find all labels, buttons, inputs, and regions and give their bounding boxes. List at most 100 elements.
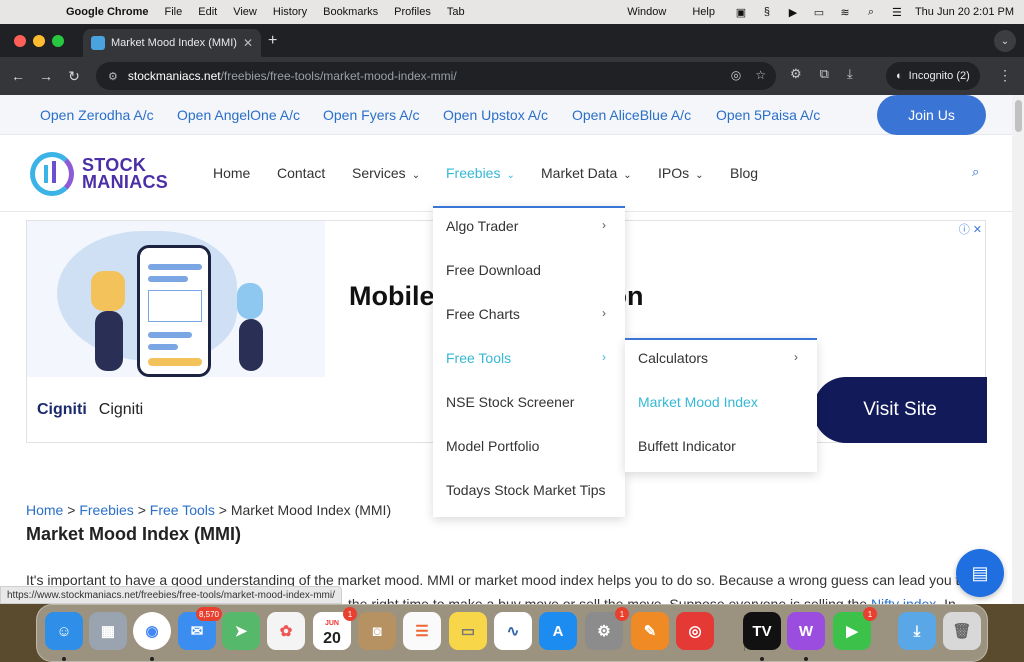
tab-search-button[interactable]: ⌄: [994, 30, 1016, 52]
broker-link-aliceblue[interactable]: Open AliceBlue A/c: [572, 107, 691, 123]
address-bar[interactable]: ⚙ stockmaniacs.net/freebies/free-tools/m…: [96, 62, 776, 90]
nav-blog[interactable]: Blog: [730, 165, 758, 181]
nav-home[interactable]: Home: [213, 165, 250, 181]
menu-item-algo-trader[interactable]: Algo Trader ›: [446, 218, 616, 234]
music-tuner-icon[interactable]: ◎: [676, 612, 714, 650]
broker-link-5paisa[interactable]: Open 5Paisa A/c: [716, 107, 820, 123]
tradingview-icon[interactable]: TV: [743, 612, 781, 650]
site-logo[interactable]: STOCK MANIACS: [30, 152, 168, 196]
menu-profiles[interactable]: Profiles: [394, 6, 431, 18]
site-info-icon[interactable]: ⚙: [108, 70, 118, 83]
system-settings-icon[interactable]: ⚙ 1: [585, 607, 629, 650]
nifty-index-link[interactable]: Nifty index: [871, 596, 936, 604]
chrome-icon[interactable]: ◉: [133, 612, 171, 650]
photos-icon[interactable]: ✿: [267, 612, 305, 650]
active-tab[interactable]: Market Mood Index (MMI) - S ✕: [83, 29, 261, 57]
menu-clock[interactable]: Thu Jun 20 2:01 PM: [915, 6, 1014, 18]
back-button[interactable]: ←: [4, 68, 32, 84]
visit-site-button[interactable]: Visit Site: [813, 377, 987, 443]
extensions-puzzle-icon[interactable]: ⧉: [820, 66, 829, 82]
nav-freebies[interactable]: Freebies ⌄: [446, 165, 515, 181]
reload-button[interactable]: ↻: [60, 68, 88, 85]
minimize-window-button[interactable]: [33, 35, 45, 47]
control-center-icon[interactable]: ☰: [889, 5, 905, 19]
breadcrumb-home[interactable]: Home: [26, 502, 63, 518]
new-tab-button[interactable]: +: [268, 32, 277, 50]
downloads-folder-icon[interactable]: ⤓: [898, 612, 936, 650]
tracking-protection-icon[interactable]: ◎: [731, 68, 741, 82]
menu-item-free-download[interactable]: Free Download: [446, 262, 541, 278]
close-window-button[interactable]: [14, 35, 26, 47]
ad-info-close-icon[interactable]: ⓘ ✕: [959, 221, 982, 237]
settings-badge: 1: [615, 607, 629, 621]
submenu-item-market-mood-index[interactable]: Market Mood Index: [638, 394, 758, 410]
extension-icon[interactable]: ⚙: [790, 66, 802, 82]
browser-menu-icon[interactable]: ⋮: [998, 67, 1012, 84]
incognito-button[interactable]: ◐ Incognito (2): [886, 62, 980, 90]
ad-illustration: [27, 221, 325, 377]
bookmark-star-icon[interactable]: ☆: [755, 68, 766, 82]
menu-item-nse-stock-screener[interactable]: NSE Stock Screener: [446, 394, 574, 410]
menu-tab[interactable]: Tab: [447, 6, 465, 18]
launchpad-icon[interactable]: ▦: [89, 612, 127, 650]
finder-icon[interactable]: ☺: [45, 612, 83, 650]
maps-icon[interactable]: ➤: [222, 612, 260, 650]
battery-icon[interactable]: ▭: [811, 5, 827, 19]
reminders-icon[interactable]: ☰: [403, 612, 441, 650]
nav-market-data[interactable]: Market Data ⌄: [541, 165, 632, 181]
nav-ipos[interactable]: IPOs ⌄: [658, 165, 704, 181]
broker-link-upstox[interactable]: Open Upstox A/c: [443, 107, 548, 123]
menu-item-model-portfolio[interactable]: Model Portfolio: [446, 438, 539, 454]
search-icon[interactable]: ⌕: [972, 164, 979, 180]
breadcrumb-freebies[interactable]: Freebies: [79, 502, 133, 518]
calendar-icon[interactable]: JUN 20 1: [313, 607, 357, 650]
menu-bookmarks[interactable]: Bookmarks: [323, 6, 378, 18]
scribble-status-icon[interactable]: §: [759, 5, 775, 19]
page-scrollbar[interactable]: [1012, 95, 1024, 604]
mail-icon[interactable]: ✉ 8,570: [178, 607, 222, 650]
nav-services[interactable]: Services ⌄: [352, 165, 420, 181]
broker-link-fyers[interactable]: Open Fyers A/c: [323, 107, 419, 123]
scrollbar-thumb[interactable]: [1015, 100, 1022, 132]
broker-link-zerodha[interactable]: Open Zerodha A/c: [40, 107, 154, 123]
wps-office-icon[interactable]: W: [787, 612, 825, 650]
broker-links-bar: Open Zerodha A/c Open AngelOne A/c Open …: [0, 95, 1012, 135]
menu-view[interactable]: View: [233, 6, 257, 18]
chat-widget-button[interactable]: ▤: [956, 549, 1004, 597]
broker-link-angelone[interactable]: Open AngelOne A/c: [177, 107, 300, 123]
person-left-body: [91, 271, 125, 311]
menu-edit[interactable]: Edit: [198, 6, 217, 18]
menu-item-free-tools[interactable]: Free Tools ›: [446, 350, 616, 366]
facetime-icon[interactable]: ▶ 1: [833, 607, 877, 650]
zoom-window-button[interactable]: [52, 35, 64, 47]
menu-help[interactable]: Help: [692, 6, 715, 18]
wifi-icon[interactable]: ≋: [837, 5, 853, 19]
menu-file[interactable]: File: [165, 6, 183, 18]
notes-icon[interactable]: ▭: [449, 612, 487, 650]
spotlight-search-icon[interactable]: ⌕: [863, 5, 879, 19]
menu-item-todays-stock-market-tips[interactable]: Todays Stock Market Tips: [446, 482, 606, 498]
nav-contact[interactable]: Contact: [277, 165, 325, 181]
breadcrumb-free-tools[interactable]: Free Tools: [150, 502, 215, 518]
person-left-legs: [95, 311, 123, 371]
wps-status-icon[interactable]: ▣: [733, 5, 749, 19]
menu-app-name[interactable]: Google Chrome: [66, 6, 149, 18]
app-store-icon[interactable]: A: [539, 612, 577, 650]
join-us-button[interactable]: Join Us: [877, 95, 986, 135]
pages-icon[interactable]: ✎: [631, 612, 669, 650]
freeform-icon[interactable]: ∿: [494, 612, 532, 650]
link-status-bar: https://www.stockmaniacs.net/freebies/fr…: [0, 586, 342, 604]
download-icon[interactable]: ⤓: [847, 66, 853, 82]
trash-icon[interactable]: 🗑: [943, 612, 981, 650]
menu-history[interactable]: History: [273, 6, 307, 18]
calendar-badge: 1: [343, 607, 357, 621]
chat-icon: ▤: [971, 562, 989, 583]
play-status-icon[interactable]: ▶: [785, 5, 801, 19]
contacts-icon[interactable]: ◙: [358, 612, 396, 650]
menu-window[interactable]: Window: [627, 6, 666, 18]
forward-button[interactable]: →: [32, 68, 60, 84]
close-tab-icon[interactable]: ✕: [243, 36, 253, 50]
menu-item-free-charts[interactable]: Free Charts ›: [446, 306, 616, 322]
submenu-item-buffett-indicator[interactable]: Buffett Indicator: [638, 438, 736, 454]
submenu-item-calculators[interactable]: Calculators ›: [638, 350, 808, 366]
